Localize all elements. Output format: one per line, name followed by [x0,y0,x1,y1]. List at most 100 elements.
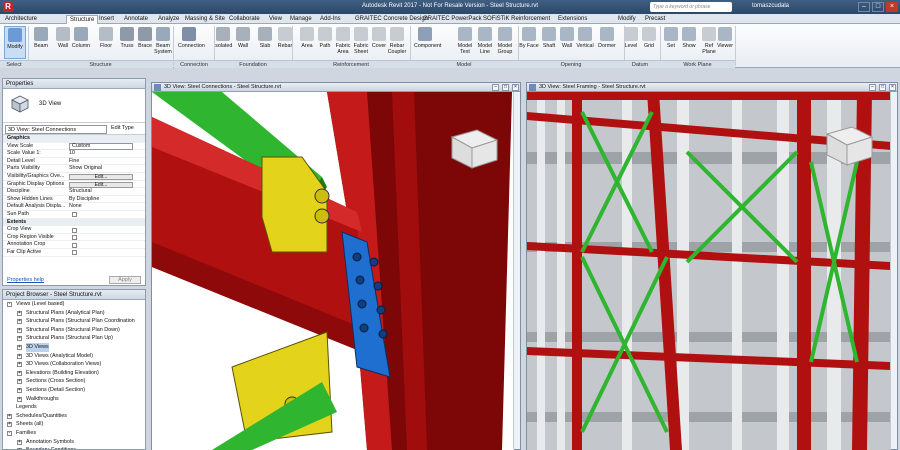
collapse-icon[interactable]: - [7,430,12,436]
browser-item[interactable]: + Elevations (Building Elevation) [3,369,145,378]
tab-precast[interactable]: Precast [642,15,668,24]
panel-model[interactable]: Model [410,60,518,68]
expand-icon[interactable]: + [17,353,22,359]
section-extents[interactable]: Extents [3,218,145,227]
expand-icon[interactable]: + [17,370,22,376]
property-checkbox[interactable] [72,250,77,256]
browser-item[interactable]: + Sections (Cross Section) [3,377,145,386]
property-value[interactable]: 10 [69,150,75,158]
tab-add-ins[interactable]: Add-Ins [317,15,344,24]
property-checkbox[interactable] [72,242,77,248]
panel-connection[interactable]: Connection [174,60,214,68]
panel-foundation[interactable]: Foundation [214,60,292,68]
view-scrollbar[interactable] [890,92,897,449]
dormer-button[interactable]: Dormer [596,26,618,59]
model-text-button[interactable]: Model Text [454,26,476,59]
panel-opening[interactable]: Opening [518,60,624,68]
view-window-steel-framing[interactable]: 3D View: Steel Framing - Steel Structure… [526,82,898,450]
browser-item[interactable]: - Views (Level based) [3,300,145,309]
edit-button[interactable]: Edit... [69,173,133,180]
expand-icon[interactable]: + [17,336,22,342]
view-scrollbar[interactable] [513,92,520,449]
tab-collaborate[interactable]: Collaborate [226,15,263,24]
expand-icon[interactable]: + [17,327,22,333]
property-checkbox[interactable] [72,212,77,218]
panel-select[interactable]: Select [0,60,28,68]
beam-button[interactable]: Beam [30,26,52,59]
beam-system-button[interactable]: Beam System [152,26,174,59]
browser-item[interactable]: +3D Views (Collaboration Views) [3,360,145,369]
expand-icon[interactable]: + [7,422,12,428]
panel-datum[interactable]: Datum [620,60,660,68]
browser-item[interactable]: + Walkthroughs [3,395,145,404]
modify-button[interactable]: Modify [4,26,26,59]
tab-insert[interactable]: Insert [96,15,117,24]
expand-icon[interactable]: + [17,387,22,393]
expand-icon[interactable]: + [17,396,22,402]
view-close-icon[interactable]: × [889,84,896,91]
browser-item[interactable]: + Structural Plans (Structural Plan Up) [3,334,145,343]
tab-analyze[interactable]: Analyze [155,15,182,24]
tab-manage[interactable]: Manage [287,15,315,24]
panel-work-plane[interactable]: Work Plane [660,60,735,68]
browser-item[interactable]: + Annotation Symbols [3,438,145,447]
apply-button[interactable]: Apply [109,276,141,284]
browser-item[interactable]: + Sections (Detail Section) [3,386,145,395]
browser-item[interactable]: + Structural Plans (Analytical Plan) [3,309,145,318]
tab-view[interactable]: View [266,15,285,24]
view-minimize-icon[interactable]: – [492,84,499,91]
column-button[interactable]: Column [70,26,92,59]
property-value[interactable]: Custom [69,143,133,150]
tab-sofistik-reinforcement[interactable]: SOFiSTiK Reinforcement [480,15,553,24]
browser-item[interactable]: - Families [3,429,145,438]
section-graphics[interactable]: Graphics [3,135,145,143]
maximize-icon[interactable]: □ [872,2,884,12]
floor-button[interactable]: Floor [95,26,117,59]
user-name[interactable]: tomaszcudala [752,3,789,9]
view-close-icon[interactable]: × [512,84,519,91]
framing-3d-canvas[interactable] [527,92,891,450]
slab-button[interactable]: Slab [254,26,276,59]
property-value[interactable]: Structural [69,188,92,196]
expand-icon[interactable]: + [17,379,22,385]
minimize-icon[interactable]: – [858,2,870,12]
browser-item[interactable]: + Structural Plans (Structural Plan Down) [3,326,145,335]
tab-architecture[interactable]: Architecture [2,15,40,24]
grid-button[interactable]: Grid [638,26,660,59]
view-minimize-icon[interactable]: – [869,84,876,91]
view-selector-dropdown[interactable]: 3D View: Steel Connections [5,125,107,134]
model-group-button[interactable]: Model Group [494,26,516,59]
isolated-button[interactable]: Isolated [212,26,234,59]
view-restore-icon[interactable]: □ [879,84,886,91]
panel-structure[interactable]: Structure [28,60,173,68]
wall-button[interactable]: Wall [232,26,254,59]
connection-3d-canvas[interactable] [152,92,514,450]
search-input[interactable]: Type a keyword or phrase [650,2,732,12]
expand-icon[interactable]: + [7,413,12,419]
expand-icon[interactable]: + [17,344,22,350]
browser-item[interactable]: + Schedules/Quantities [3,412,145,421]
properties-help-link[interactable]: Properties help [7,275,44,285]
property-value[interactable]: Fine [69,158,79,166]
property-value[interactable]: By Discipline [69,196,99,204]
panel-reinforcement[interactable]: Reinforcement [292,60,410,68]
tab-massing-site[interactable]: Massing & Site [182,15,228,24]
view-window-steel-connections[interactable]: 3D View: Steel Connections - Steel Struc… [151,82,521,450]
edit-type-button[interactable]: Edit Type [111,125,134,131]
view-restore-icon[interactable]: □ [502,84,509,91]
browser-item[interactable]: +3D Views (Analytical Model) [3,352,145,361]
by-face-button[interactable]: By Face [518,26,540,59]
tab-graitec-powerpack[interactable]: GRAITEC PowerPack [420,15,485,24]
connection-button[interactable]: Connection [178,26,205,59]
edit-button[interactable]: Edit... [69,181,133,188]
browser-item[interactable]: Legends [3,403,145,412]
vertical-button[interactable]: Vertical [574,26,596,59]
browser-item[interactable]: +3D Views [3,342,145,352]
type-selector[interactable]: 3D View [3,89,145,123]
tab-extensions[interactable]: Extensions [555,15,590,24]
tab-annotate[interactable]: Annotate [121,15,151,24]
browser-item[interactable]: + Sheets (all) [3,420,145,429]
component-button[interactable]: Component [414,26,441,59]
model-line-button[interactable]: Model Line [474,26,496,59]
expand-icon[interactable]: + [17,439,22,445]
